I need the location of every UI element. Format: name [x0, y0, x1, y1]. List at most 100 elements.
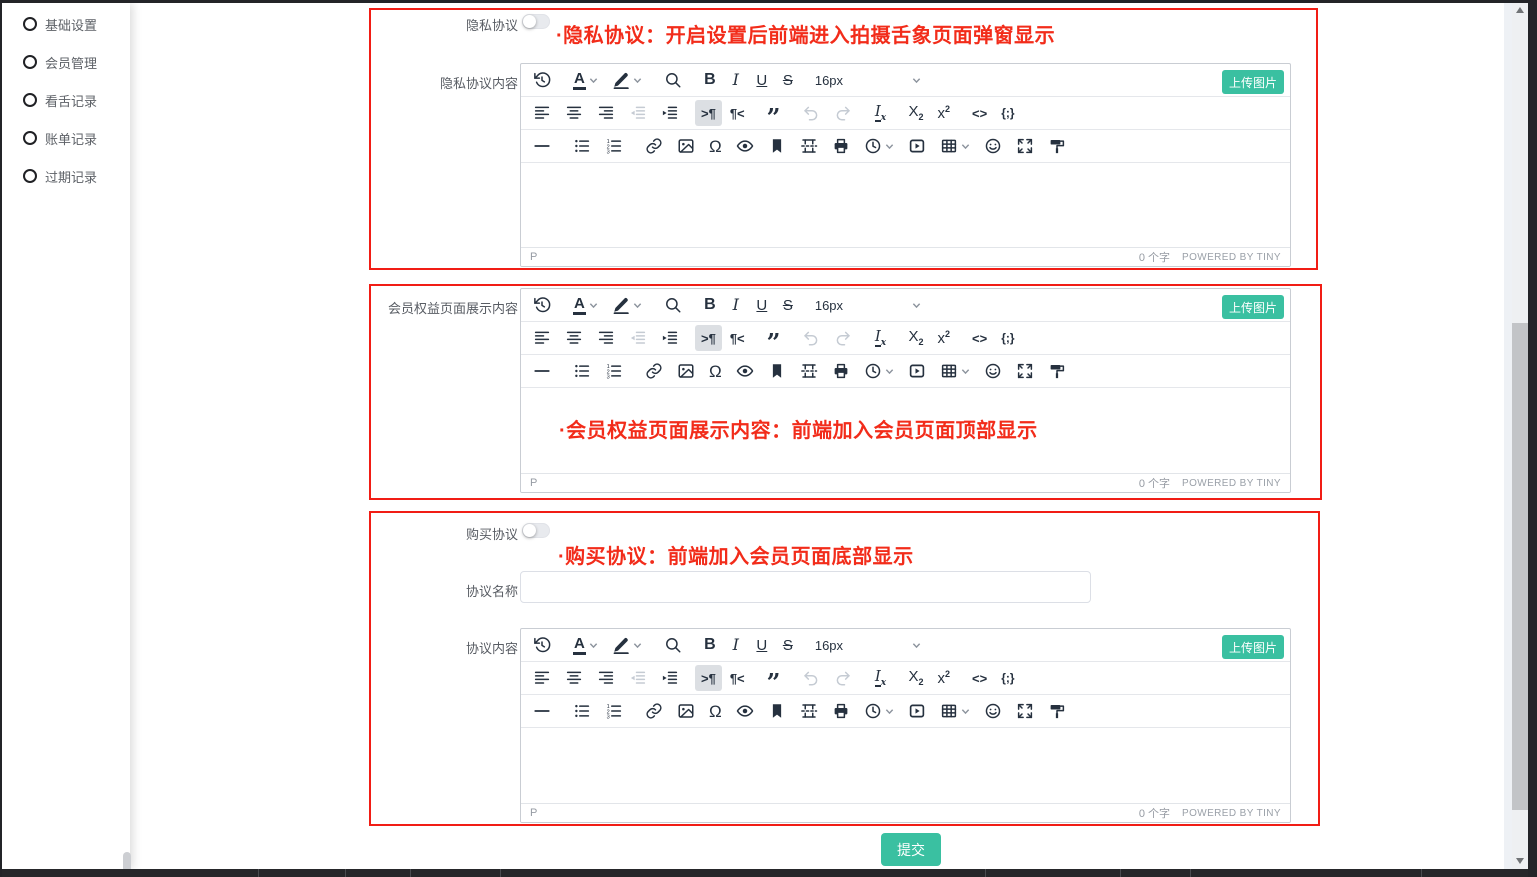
highlight-color-button[interactable] [606, 67, 648, 93]
sidebar-item-basic-settings[interactable]: 基础设置 [2, 13, 130, 35]
align-left-button[interactable] [527, 665, 557, 691]
special-character-button[interactable]: Ω [703, 358, 728, 384]
ltr-button[interactable]: >¶ [695, 100, 722, 126]
fullscreen-button[interactable] [1010, 133, 1040, 159]
tiny-brand-link[interactable]: POWERED BY TINY [1182, 252, 1281, 263]
font-size-select[interactable]: 16px [810, 67, 926, 93]
align-center-button[interactable] [559, 665, 589, 691]
print-button[interactable] [826, 133, 856, 159]
align-right-button[interactable] [591, 665, 621, 691]
preview-button[interactable] [730, 358, 760, 384]
undo-button[interactable] [796, 100, 826, 126]
bullet-list-button[interactable] [567, 698, 597, 724]
anchor-button[interactable] [762, 133, 792, 159]
underline-button[interactable]: U [750, 632, 774, 658]
outdent-button[interactable] [623, 100, 653, 126]
code-button[interactable]: <> [966, 100, 993, 126]
sidebar-item-member-management[interactable]: 会员管理 [2, 51, 130, 73]
strikethrough-button[interactable]: S [776, 632, 800, 658]
print-button[interactable] [826, 698, 856, 724]
bullet-list-button[interactable] [567, 133, 597, 159]
subscript-button[interactable]: X2 [902, 665, 929, 691]
page-break-button[interactable] [794, 133, 824, 159]
emoticons-button[interactable] [978, 133, 1008, 159]
editor-content-area[interactable] [521, 728, 1290, 803]
code-sample-button[interactable]: {;} [995, 325, 1020, 351]
table-button[interactable] [934, 698, 976, 724]
link-button[interactable] [639, 133, 669, 159]
superscript-button[interactable]: x2 [932, 100, 957, 126]
search-replace-button[interactable] [658, 292, 688, 318]
preview-button[interactable] [730, 698, 760, 724]
redo-button[interactable] [828, 665, 858, 691]
bullet-list-button[interactable] [567, 358, 597, 384]
search-replace-button[interactable] [658, 67, 688, 93]
text-color-button[interactable]: A [567, 632, 604, 658]
align-center-button[interactable] [559, 325, 589, 351]
media-button[interactable] [902, 358, 932, 384]
scroll-up-icon[interactable] [1516, 7, 1524, 13]
restore-draft-button[interactable] [527, 292, 557, 318]
font-size-select[interactable]: 16px [810, 292, 926, 318]
rtl-button[interactable]: ¶< [724, 100, 751, 126]
underline-button[interactable]: U [750, 67, 774, 93]
restore-draft-button[interactable] [527, 67, 557, 93]
special-character-button[interactable]: Ω [703, 133, 728, 159]
insert-datetime-button[interactable] [858, 133, 900, 159]
bold-button[interactable]: B [698, 67, 722, 93]
search-replace-button[interactable] [658, 632, 688, 658]
restore-draft-button[interactable] [527, 632, 557, 658]
scroll-down-icon[interactable] [1516, 858, 1524, 864]
indent-button[interactable] [655, 325, 685, 351]
privacy-toggle[interactable] [522, 14, 550, 29]
align-left-button[interactable] [527, 325, 557, 351]
preview-button[interactable] [730, 133, 760, 159]
page-break-button[interactable] [794, 698, 824, 724]
code-sample-button[interactable]: {;} [995, 665, 1020, 691]
superscript-button[interactable]: x2 [932, 325, 957, 351]
special-character-button[interactable]: Ω [703, 698, 728, 724]
highlight-color-button[interactable] [606, 292, 648, 318]
code-button[interactable]: <> [966, 665, 993, 691]
page-scrollbar[interactable] [1512, 3, 1528, 869]
rtl-button[interactable]: ¶< [724, 665, 751, 691]
blockquote-button[interactable]: ” [761, 665, 787, 691]
code-button[interactable]: <> [966, 325, 993, 351]
underline-button[interactable]: U [750, 292, 774, 318]
ltr-button[interactable]: >¶ [695, 325, 722, 351]
code-sample-button[interactable]: {;} [995, 100, 1020, 126]
text-color-button[interactable]: A [567, 292, 604, 318]
anchor-button[interactable] [762, 358, 792, 384]
numbered-list-button[interactable]: 123 [599, 698, 629, 724]
format-painter-button[interactable] [1042, 133, 1072, 159]
sidebar-item-expired-records[interactable]: 过期记录 [2, 165, 130, 187]
indent-button[interactable] [655, 665, 685, 691]
align-left-button[interactable] [527, 100, 557, 126]
numbered-list-button[interactable]: 123 [599, 133, 629, 159]
italic-button[interactable]: I [724, 292, 748, 318]
link-button[interactable] [639, 358, 669, 384]
upload-image-button[interactable]: 上传图片 [1222, 635, 1284, 659]
highlight-color-button[interactable] [606, 632, 648, 658]
outdent-button[interactable] [623, 665, 653, 691]
editor-content-area[interactable]: ·会员权益页面展示内容：前端加入会员页面顶部显示 [521, 388, 1290, 473]
page-break-button[interactable] [794, 358, 824, 384]
image-button[interactable] [671, 698, 701, 724]
italic-button[interactable]: I [724, 632, 748, 658]
format-painter-button[interactable] [1042, 358, 1072, 384]
table-button[interactable] [934, 358, 976, 384]
horizontal-rule-button[interactable] [527, 698, 557, 724]
undo-button[interactable] [796, 325, 826, 351]
font-size-select[interactable]: 16px [810, 632, 926, 658]
italic-button[interactable]: I [724, 67, 748, 93]
outdent-button[interactable] [623, 325, 653, 351]
superscript-button[interactable]: x2 [932, 665, 957, 691]
submit-button[interactable]: 提交 [881, 833, 941, 866]
fullscreen-button[interactable] [1010, 698, 1040, 724]
anchor-button[interactable] [762, 698, 792, 724]
format-painter-button[interactable] [1042, 698, 1072, 724]
bold-button[interactable]: B [698, 632, 722, 658]
text-color-button[interactable]: A [567, 67, 604, 93]
sidebar-item-billing-records[interactable]: 账单记录 [2, 127, 130, 149]
emoticons-button[interactable] [978, 358, 1008, 384]
